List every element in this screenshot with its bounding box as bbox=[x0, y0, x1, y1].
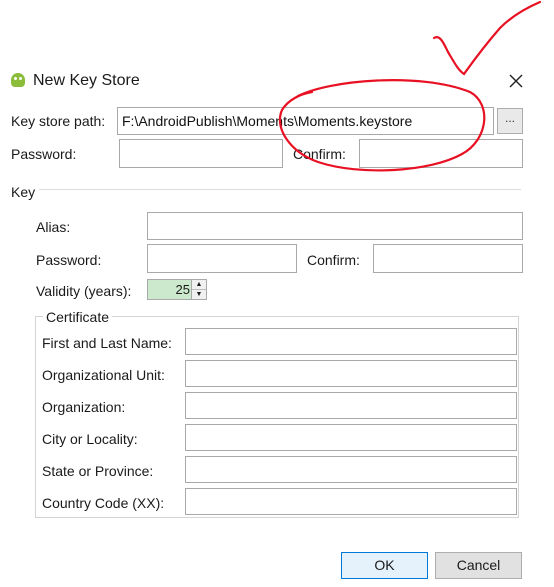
validity-stepper-buttons: ▲ ▼ bbox=[191, 280, 206, 299]
cert-state-label: State or Province: bbox=[42, 463, 154, 479]
stepper-up-icon[interactable]: ▲ bbox=[192, 280, 206, 290]
key-section-label: Key bbox=[11, 184, 36, 200]
certificate-group-label: Certificate bbox=[43, 308, 113, 326]
cert-state-field[interactable] bbox=[185, 456, 517, 483]
cert-organization-field[interactable] bbox=[185, 392, 517, 419]
cert-city-label: City or Locality: bbox=[42, 431, 138, 447]
annotation-checkmark bbox=[432, 0, 542, 76]
keystore-confirm-field[interactable] bbox=[359, 139, 523, 168]
alias-field[interactable] bbox=[147, 212, 523, 240]
keystore-path-input[interactable]: F:\AndroidPublish\Moments\Moments.keysto… bbox=[117, 107, 494, 135]
cert-city-field[interactable] bbox=[185, 424, 517, 451]
alias-label: Alias: bbox=[36, 219, 71, 235]
browse-button[interactable]: ... bbox=[497, 108, 523, 134]
keystore-password-label: Password: bbox=[11, 146, 77, 162]
close-icon[interactable] bbox=[508, 73, 524, 89]
cert-org-unit-field[interactable] bbox=[185, 360, 517, 387]
key-section-divider bbox=[39, 189, 521, 190]
ok-button[interactable]: OK bbox=[341, 552, 428, 579]
key-password-field[interactable] bbox=[147, 244, 297, 273]
keystore-password-field[interactable] bbox=[119, 139, 283, 168]
key-password-label: Password: bbox=[36, 252, 102, 268]
cert-first-last-name-field[interactable] bbox=[185, 328, 517, 355]
validity-stepper[interactable]: 25 ▲ ▼ bbox=[147, 279, 207, 300]
key-confirm-field[interactable] bbox=[373, 244, 523, 273]
cert-org-unit-label: Organizational Unit: bbox=[42, 367, 165, 383]
stepper-down-icon[interactable]: ▼ bbox=[192, 290, 206, 299]
cert-organization-label: Organization: bbox=[42, 399, 126, 415]
dialog-title: New Key Store bbox=[33, 72, 140, 89]
validity-value[interactable]: 25 bbox=[176, 280, 190, 299]
cert-country-code-label: Country Code (XX): bbox=[42, 495, 165, 511]
cert-country-code-field[interactable] bbox=[185, 488, 517, 515]
close-icon-glyph bbox=[509, 74, 523, 88]
android-icon bbox=[11, 73, 25, 87]
keystore-confirm-label: Confirm: bbox=[293, 146, 346, 162]
cert-first-last-name-label: First and Last Name: bbox=[42, 335, 172, 351]
keystore-path-label: Key store path: bbox=[11, 113, 106, 129]
key-confirm-label: Confirm: bbox=[307, 252, 360, 268]
cancel-button[interactable]: Cancel bbox=[435, 552, 522, 579]
validity-label: Validity (years): bbox=[36, 283, 132, 299]
